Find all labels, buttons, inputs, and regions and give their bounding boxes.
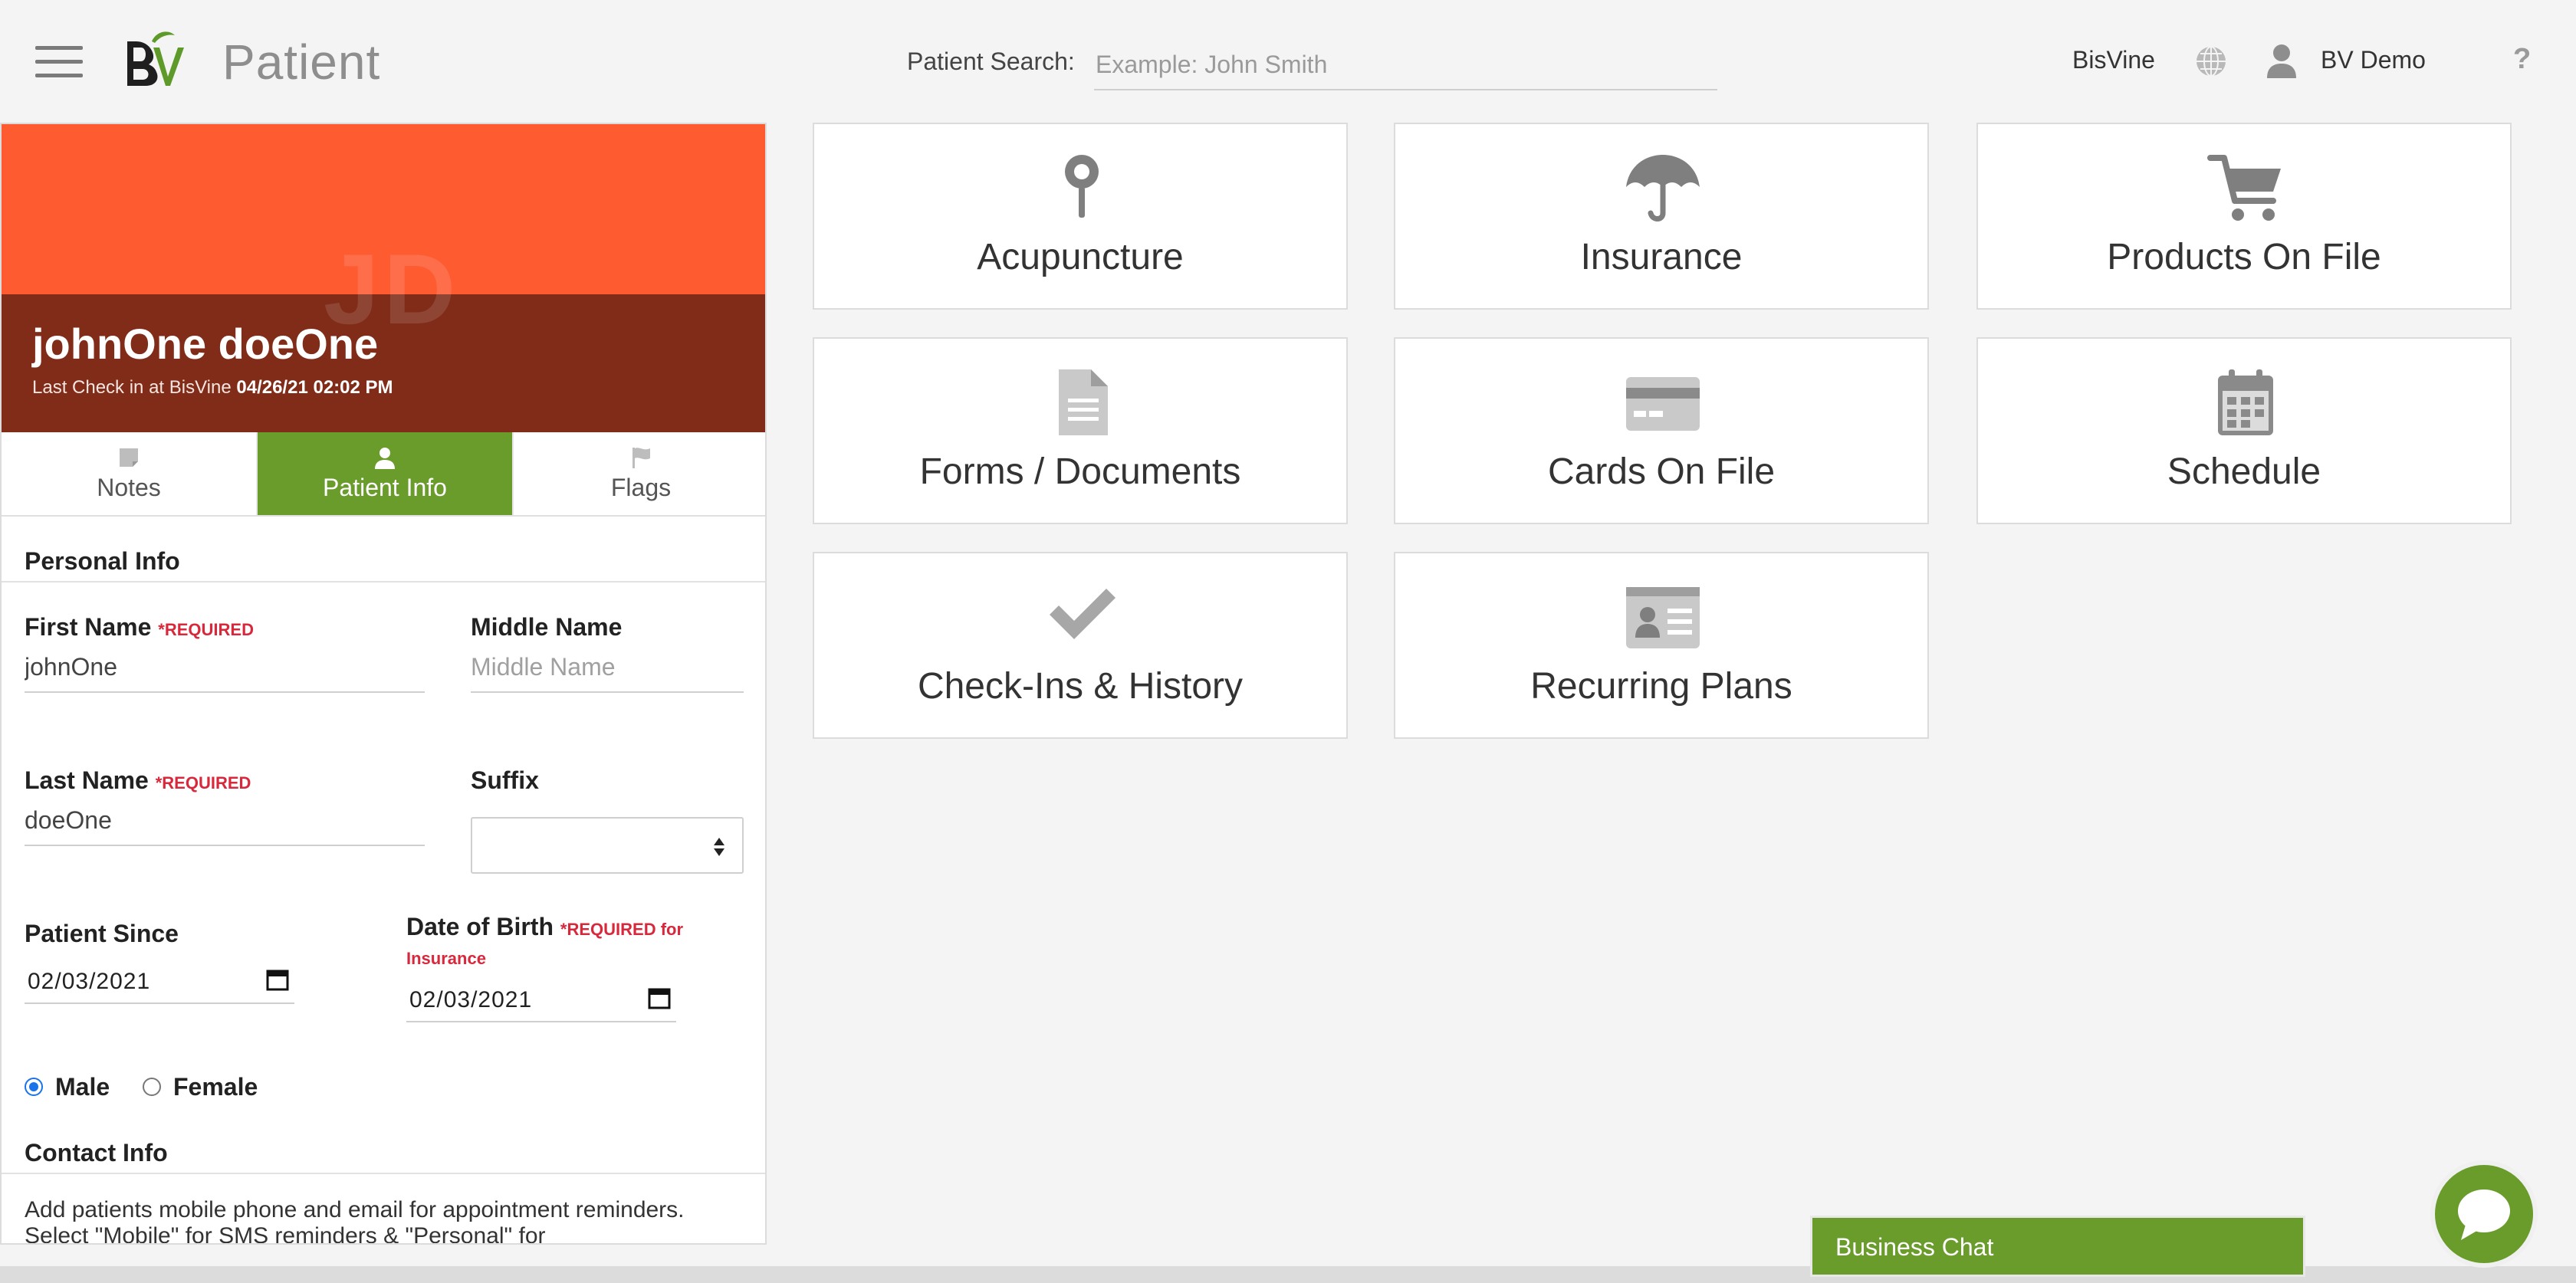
tab-patient-info[interactable]: Patient Info (258, 432, 514, 515)
middle-name-label: Middle Name (471, 613, 623, 641)
flag-icon (632, 448, 650, 468)
id-card-icon (1626, 587, 1700, 648)
menu-icon[interactable] (35, 43, 83, 81)
calendar-picker-icon[interactable] (647, 986, 672, 1010)
user-avatar-icon[interactable] (2266, 43, 2298, 78)
globe-icon[interactable] (2194, 44, 2228, 78)
chat-bubble-button[interactable] (2430, 1160, 2538, 1268)
last-checkin-label: Last Check in at BisVine (32, 377, 232, 398)
patient-panel: JD johnOne doeOne Last Check in at BisVi… (0, 123, 767, 1245)
acupuncture-pin-icon (1065, 155, 1099, 218)
tile-label: Check-Ins & History (917, 666, 1244, 707)
calendar-icon (2218, 369, 2273, 435)
patient-name: johnOne doeOne (32, 320, 379, 368)
gender-male-label: Male (55, 1073, 110, 1101)
tile-acupuncture[interactable]: Acupuncture (813, 123, 1348, 310)
credit-card-icon (1626, 377, 1700, 431)
select-arrows-icon (714, 838, 724, 856)
user-icon (375, 448, 395, 469)
tab-patient-info-label: Patient Info (323, 474, 447, 501)
umbrella-icon (1626, 155, 1700, 221)
last-name-label: Last Name *REQUIRED (25, 766, 251, 795)
tile-label: Recurring Plans (1530, 666, 1792, 707)
gender-female-radio[interactable]: Female (143, 1073, 258, 1101)
required-marker: *REQUIRED (158, 620, 254, 639)
patient-search-input[interactable] (1094, 40, 1717, 90)
dob-value: 02/03/2021 (409, 987, 533, 1012)
tile-label: Acupuncture (977, 237, 1184, 277)
help-icon[interactable]: ? (2513, 43, 2531, 76)
tile-label: Forms / Documents (919, 451, 1241, 492)
tab-notes-label: Notes (97, 474, 161, 501)
cart-icon (2207, 155, 2281, 221)
dob-label: Date of Birth *REQUIRED for Insurance (406, 914, 744, 972)
tile-cards-on-file[interactable]: Cards On File (1394, 337, 1929, 524)
first-name-label-text: First Name (25, 613, 152, 641)
page-title: Patient (222, 34, 381, 90)
tile-forms-documents[interactable]: Forms / Documents (813, 337, 1348, 524)
chat-bubble-icon (2458, 1189, 2510, 1240)
tile-label: Cards On File (1547, 451, 1776, 492)
radio-checked[interactable] (25, 1077, 43, 1096)
gender-female-label: Female (173, 1073, 258, 1101)
required-marker: *REQUIRED (155, 773, 251, 792)
last-checkin-time: 04/26/21 02:02 PM (236, 377, 393, 398)
suffix-label: Suffix (471, 766, 539, 794)
contact-info-heading: Contact Info (25, 1139, 168, 1167)
patient-tabs: Notes Patient Info Flags (2, 432, 765, 517)
first-name-label: First Name *REQUIRED (25, 613, 254, 642)
gender-male-radio[interactable]: Male (25, 1073, 110, 1101)
org-name[interactable]: BisVine (2072, 46, 2155, 74)
tile-label: Insurance (1580, 237, 1743, 277)
patient-since-label: Patient Since (25, 920, 179, 947)
calendar-picker-icon[interactable] (265, 967, 290, 992)
last-name-field[interactable] (25, 796, 425, 846)
date-of-birth-date[interactable]: 02/03/2021 (406, 976, 676, 1022)
patient-since-value: 02/03/2021 (28, 969, 151, 994)
tile-check-ins-history[interactable]: Check-Ins & History (813, 552, 1348, 739)
tab-flags-label: Flags (610, 474, 672, 501)
tab-notes[interactable]: Notes (2, 432, 258, 515)
dob-label-text: Date of Birth (406, 913, 554, 940)
tile-products-on-file[interactable]: Products On File (1976, 123, 2512, 310)
tab-flags[interactable]: Flags (514, 432, 765, 515)
tile-insurance[interactable]: Insurance (1394, 123, 1929, 310)
search-label: Patient Search: (907, 48, 1075, 75)
tile-label: Schedule (2167, 451, 2321, 492)
tile-schedule[interactable]: Schedule (1976, 337, 2512, 524)
radio-unchecked[interactable] (143, 1077, 161, 1096)
top-bar: Patient Patient Search: BisVine BV Demo … (0, 0, 2576, 123)
document-icon (1059, 369, 1108, 435)
checkmark-icon (1050, 589, 1116, 639)
note-icon (120, 448, 138, 467)
personal-info-heading: Personal Info (25, 547, 180, 575)
patient-since-date[interactable]: 02/03/2021 (25, 958, 294, 1004)
contact-info-help-text: Add patients mobile phone and email for … (25, 1197, 685, 1245)
business-chat-button[interactable]: Business Chat (1810, 1216, 2305, 1277)
last-name-label-text: Last Name (25, 766, 149, 794)
first-name-field[interactable] (25, 642, 425, 693)
user-name[interactable]: BV Demo (2321, 46, 2426, 74)
divider (2, 1173, 765, 1174)
suffix-select[interactable] (471, 817, 744, 874)
last-checkin: Last Check in at BisVine 04/26/21 02:02 … (32, 377, 393, 399)
middle-name-field[interactable] (471, 642, 744, 693)
bisvine-logo (127, 31, 184, 86)
tile-label: Products On File (2107, 237, 2381, 277)
divider (2, 581, 765, 582)
tile-recurring-plans[interactable]: Recurring Plans (1394, 552, 1929, 739)
